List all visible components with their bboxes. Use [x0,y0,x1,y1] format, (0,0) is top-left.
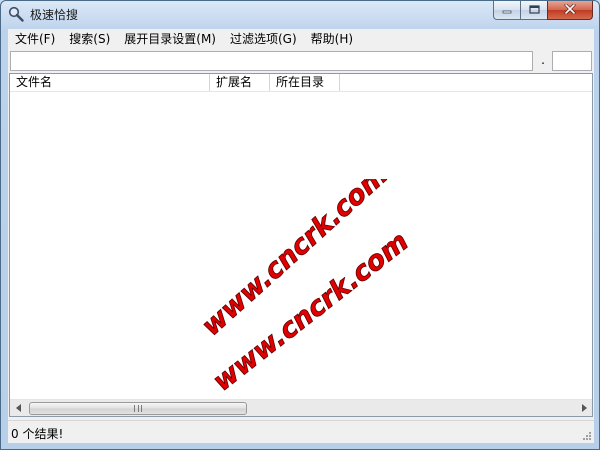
results-body[interactable] [10,92,592,400]
maximize-icon [528,3,540,17]
arrow-left-icon [15,401,22,415]
extension-input[interactable] [552,51,592,71]
resize-grip-icon[interactable] [580,429,592,441]
column-header-directory[interactable]: 所在目录 [270,74,340,91]
scroll-thumb[interactable] [29,402,247,415]
arrow-right-icon [581,401,587,415]
scroll-right-button[interactable] [575,400,592,416]
menu-bar: 文件(F) 搜索(S) 展开目录设置(M) 过滤选项(G) 帮助(H) [8,29,594,49]
client-area: . 文件名 扩展名 所在目录 www.cncrk.com www.cncrk.c… [8,49,594,443]
horizontal-scrollbar[interactable] [10,399,592,416]
window-title: 极速恰搜 [30,8,79,22]
magnifier-icon [8,6,24,22]
list-header: 文件名 扩展名 所在目录 [10,74,592,92]
app-window: 极速恰搜 文件(F) 搜索(S) 展开目录设置(M) 过滤选项(G) 帮助(H)… [0,0,600,450]
title-bar[interactable]: 极速恰搜 [1,1,599,27]
close-icon [564,3,576,17]
menu-expand-directory-settings[interactable]: 展开目录设置(M) [117,29,223,49]
close-button[interactable] [547,1,593,20]
maximize-button[interactable] [520,1,547,20]
search-input[interactable] [10,51,533,71]
extension-separator: . [541,53,545,67]
status-bar: 0 个结果! [8,420,594,443]
grip-icon [134,405,142,412]
column-header-filename[interactable]: 文件名 [10,74,210,91]
status-text: 0 个结果! [11,427,64,441]
minimize-button[interactable] [493,1,520,20]
results-list[interactable]: 文件名 扩展名 所在目录 www.cncrk.com www.cncrk.com [9,73,593,417]
menu-search[interactable]: 搜索(S) [62,29,117,49]
minimize-icon [502,3,512,17]
search-row: . [8,51,594,73]
menu-help[interactable]: 帮助(H) [304,29,360,49]
menu-filter-options[interactable]: 过滤选项(G) [223,29,304,49]
menu-file[interactable]: 文件(F) [8,29,62,49]
caption-buttons [493,1,593,20]
scroll-left-button[interactable] [10,400,27,416]
column-header-extension[interactable]: 扩展名 [210,74,270,91]
